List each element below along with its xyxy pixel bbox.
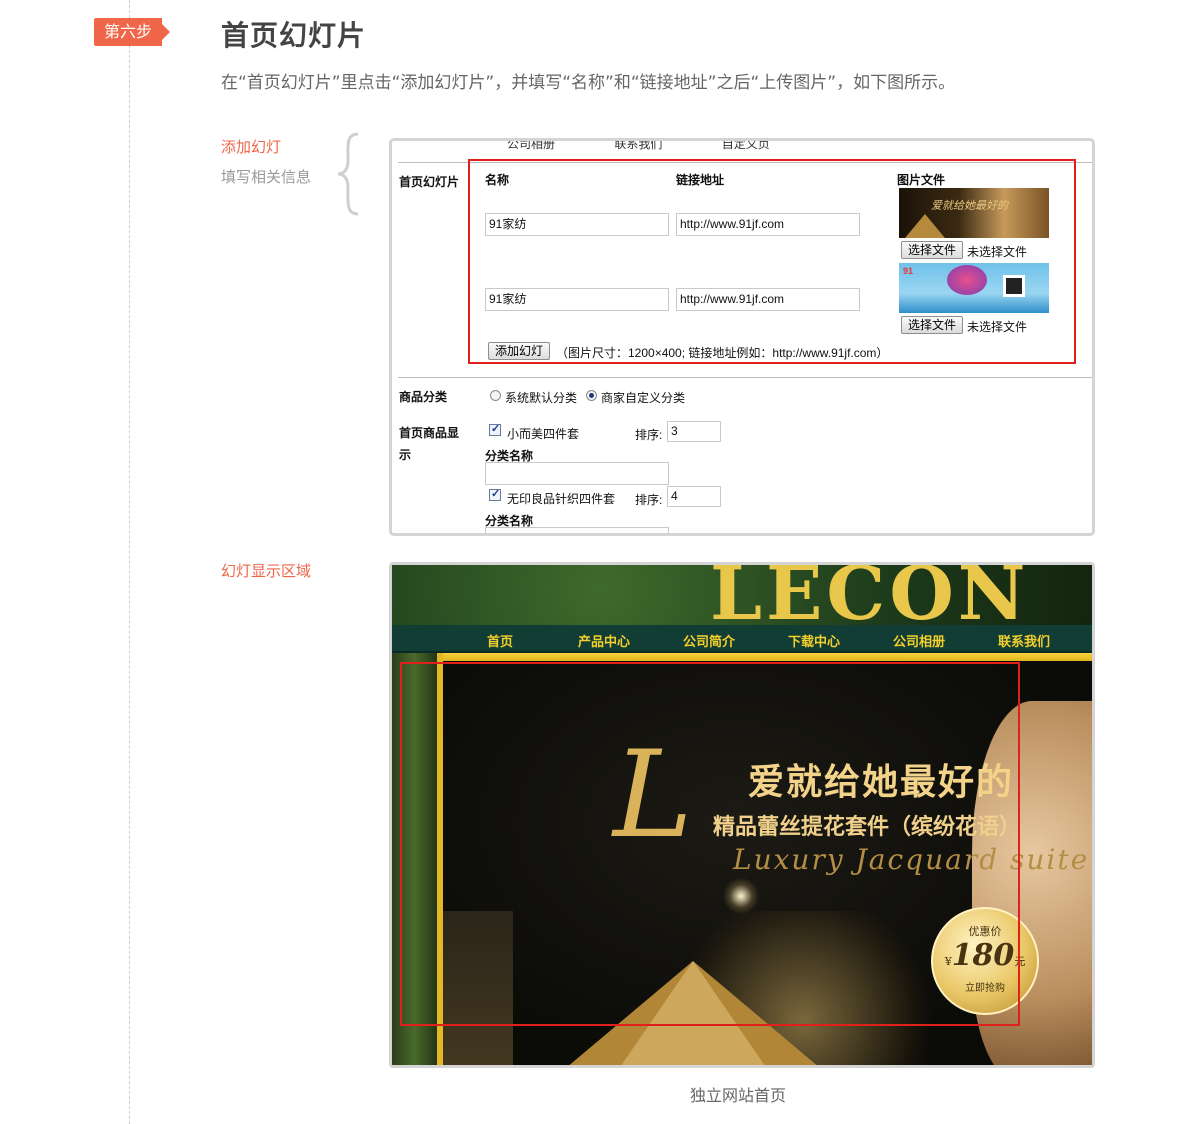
figure-caption: 独立网站首页	[690, 1086, 787, 1105]
banner-gold-border	[437, 653, 1092, 661]
goods-name: 无印良品针织四件套	[507, 492, 616, 506]
category-label: 商品分类	[399, 390, 448, 404]
step-badge: 第六步	[94, 18, 171, 46]
goods-checkbox[interactable]	[489, 422, 501, 436]
timeline-dashed-line	[129, 0, 130, 1124]
nav-album[interactable]: 公司相册	[893, 631, 945, 650]
radio-label: 商家自定义分类	[601, 391, 686, 405]
goods-name: 小而美四件套	[507, 427, 580, 441]
sort-label: 排序:	[635, 493, 663, 507]
label-fill-info: 填写相关信息	[221, 168, 312, 186]
step-title: 首页幻灯片	[221, 19, 367, 52]
admin-form-screenshot: 公司相册 联系我们 自定义页 首页幻灯片 名称 链接地址 图片文件 91家纺 h…	[389, 138, 1095, 536]
slides-label: 首页幻灯片	[399, 175, 460, 189]
cut-off-nav-row: 公司相册 联系我们 自定义页	[507, 138, 826, 152]
nav-products[interactable]: 产品中心	[578, 631, 630, 650]
goods-checkbox[interactable]	[489, 487, 501, 501]
sort-input[interactable]: 3	[667, 421, 721, 442]
sort-input[interactable]: 4	[667, 486, 721, 507]
sort-label: 排序:	[635, 428, 663, 442]
highlight-box	[400, 662, 1020, 1026]
cut-item: 公司相册	[507, 138, 556, 151]
nav-contact[interactable]: 联系我们	[998, 631, 1050, 650]
nav-about[interactable]: 公司简介	[683, 631, 735, 650]
radio-custom-category[interactable]	[586, 390, 597, 401]
label-display-area: 幻灯显示区域	[221, 562, 312, 580]
label-add-slide: 添加幻灯	[221, 138, 282, 156]
category-name-input[interactable]	[485, 462, 669, 485]
homepage-goods-label-cont: 示	[399, 448, 412, 462]
step-description: 在“首页幻灯片”里点击“添加幻灯片”，并填写“名称”和“链接地址”之后“上传图片…	[221, 73, 956, 93]
cut-item: 自定义页	[721, 138, 770, 151]
category-name-input[interactable]	[485, 527, 669, 533]
homepage-goods-label: 首页商品显	[399, 426, 460, 440]
nav-downloads[interactable]: 下载中心	[788, 631, 840, 650]
curly-brace-icon	[337, 132, 359, 216]
divider	[398, 377, 1092, 378]
highlight-box	[468, 159, 1076, 364]
radio-label: 系统默认分类	[505, 391, 578, 405]
radio-system-category[interactable]	[490, 390, 501, 401]
cut-item: 联系我们	[614, 138, 663, 151]
website-banner-screenshot: LECON 首页 产品中心 公司简介 下载中心 公司相册 联系我们 L 爱就给她…	[389, 562, 1095, 1068]
banner-nav: 首页 产品中心 公司简介 下载中心 公司相册 联系我们	[392, 625, 1092, 653]
nav-home[interactable]: 首页	[487, 631, 513, 650]
